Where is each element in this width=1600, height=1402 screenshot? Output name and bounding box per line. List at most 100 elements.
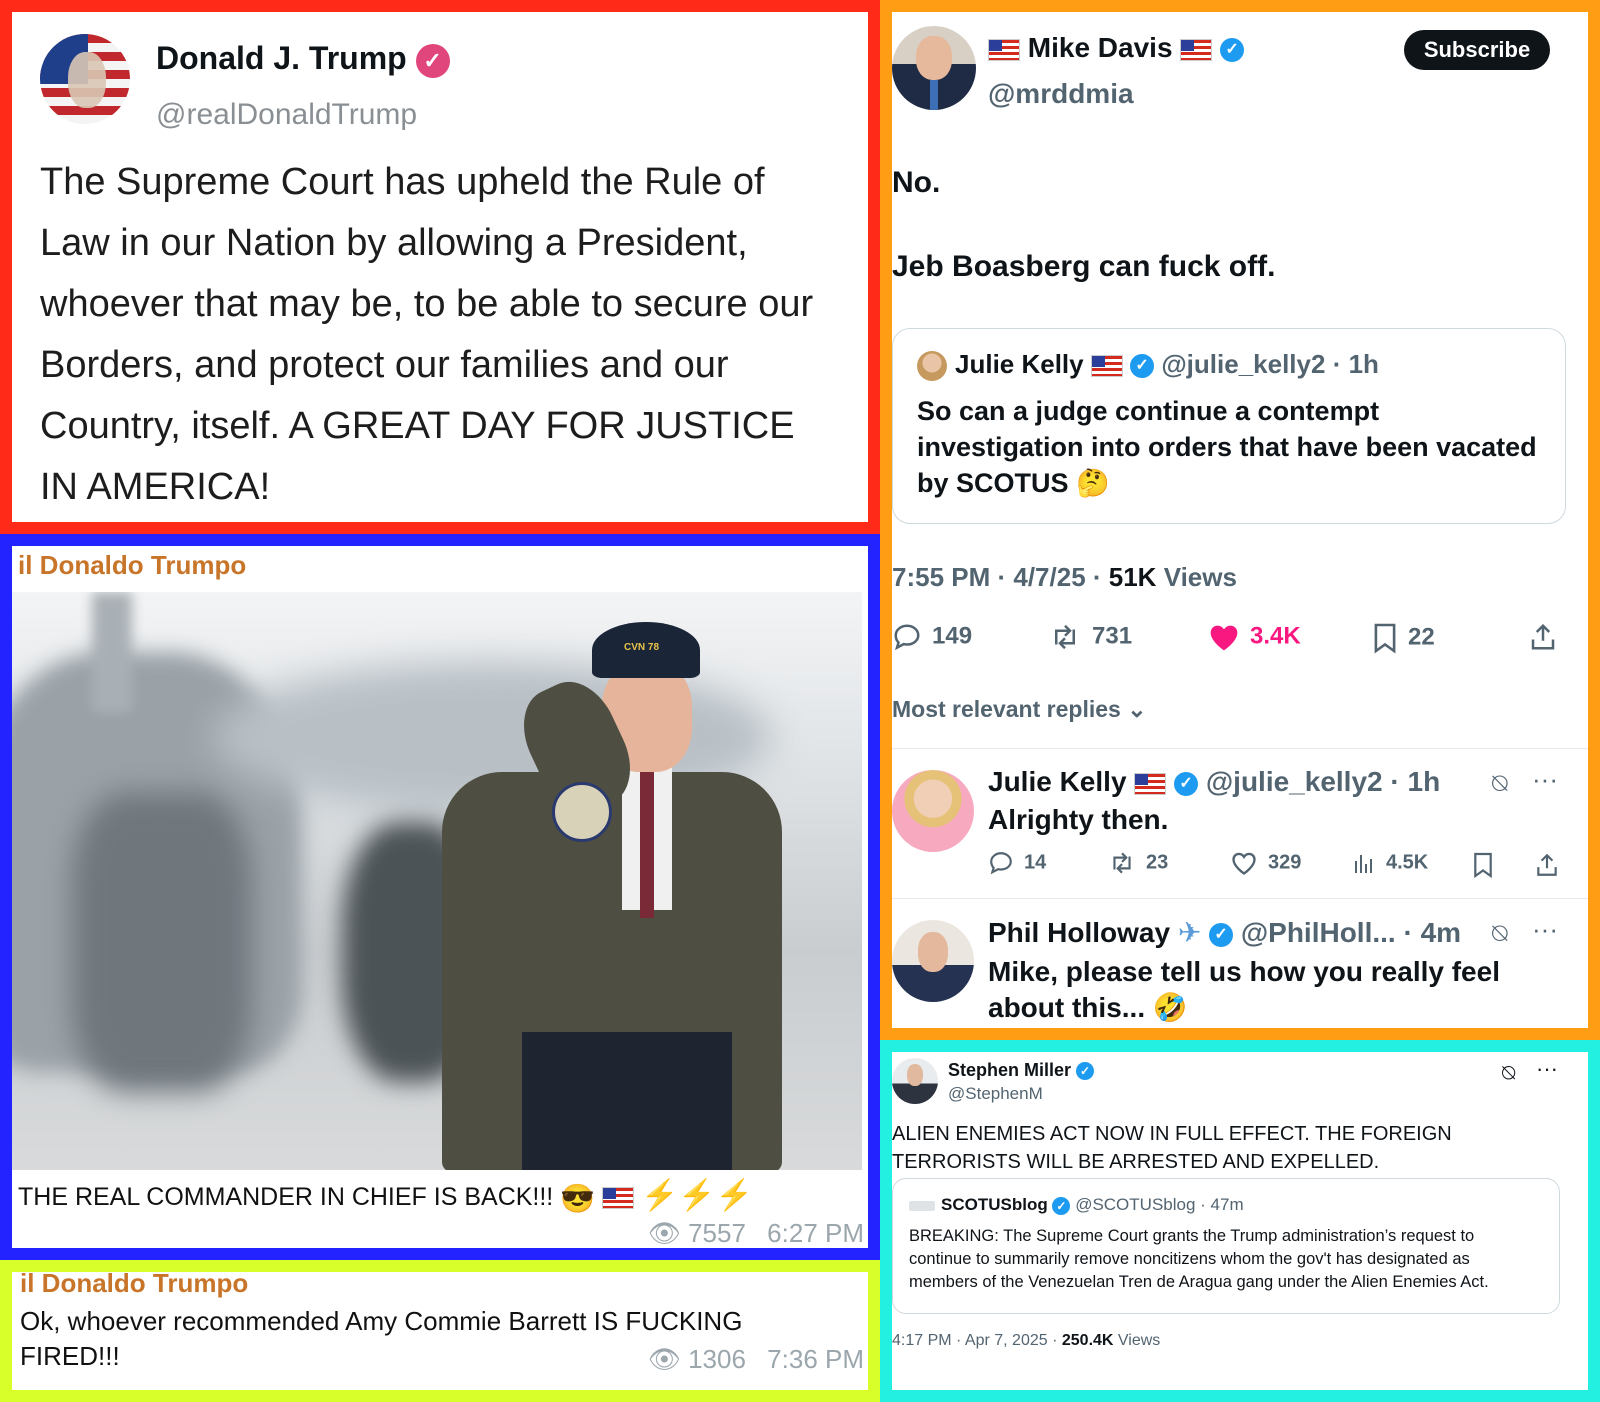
reply-age: · 1h: [1390, 766, 1441, 797]
views-count: 250.4K: [1061, 1332, 1114, 1349]
reply-author-handle: @julie_kelly2: [1205, 766, 1383, 797]
subscribe-button[interactable]: Subscribe: [1404, 30, 1550, 70]
us-flag-icon: [988, 38, 1020, 61]
reply-author-name: Phil Holloway: [988, 917, 1171, 948]
verified-icon: ✓: [1052, 1196, 1071, 1215]
quote-author-handle: @SCOTUSblog: [1075, 1195, 1196, 1214]
grok-icon[interactable]: ⍉: [1502, 1060, 1515, 1086]
verified-icon: ✓: [415, 43, 450, 78]
us-flag-icon: [1090, 355, 1123, 378]
repost-button[interactable]: 731: [1048, 622, 1132, 652]
more-options-icon[interactable]: ···: [1532, 914, 1558, 945]
author-handle[interactable]: @mrddmia: [988, 78, 1134, 110]
reply-author-name: Julie Kelly: [988, 766, 1127, 797]
trump-avatar[interactable]: [40, 34, 130, 124]
repost-button[interactable]: 23: [1108, 850, 1168, 876]
views-label: Views: [1113, 1332, 1161, 1349]
telegram-message-text: il Donaldo Trumpo Ok, whoever recommende…: [0, 1260, 880, 1402]
x-post-stephen-miller: Stephen Miller ✓ @StephenM ⍉ ··· ALIEN E…: [880, 1040, 1600, 1402]
author-name[interactable]: Stephen Miller: [948, 1060, 1071, 1080]
quote-age: · 47m: [1200, 1195, 1244, 1214]
verified-icon: ✓: [1174, 771, 1199, 796]
channel-name[interactable]: il Donaldo Trumpo: [20, 1272, 248, 1299]
views-button[interactable]: 4.5K: [1352, 850, 1428, 876]
quote-author-name: SCOTUSblog: [941, 1195, 1048, 1214]
bookmark-button[interactable]: [1472, 850, 1504, 879]
us-flag-icon: [1134, 772, 1167, 795]
channel-name[interactable]: il Donaldo Trumpo: [18, 550, 246, 581]
repost-icon: [1113, 852, 1131, 874]
share-icon: [1531, 623, 1555, 650]
message-photo[interactable]: CVN 78: [12, 592, 862, 1170]
message-time: 6:27 PM: [767, 1218, 864, 1248]
quote-text: BREAKING: The Supreme Court grants the T…: [909, 1227, 1489, 1291]
share-icon: [1537, 853, 1557, 876]
views-count: 4.5K: [1386, 851, 1429, 874]
verified-icon: ✓: [1076, 1062, 1095, 1081]
thinking-emoji-icon: 🤔: [1076, 468, 1110, 498]
author-name[interactable]: Mike Davis: [1028, 32, 1173, 63]
post-text: The Supreme Court has upheld the Rule of…: [40, 161, 814, 508]
bookmark-icon: [1474, 852, 1492, 878]
repost-count: 731: [1092, 622, 1133, 650]
reply-text: Alrighty then.: [988, 804, 1169, 835]
grok-icon[interactable]: ⍉: [1492, 918, 1508, 950]
grok-icon[interactable]: ⍉: [1492, 768, 1508, 800]
julie-kelly-avatar[interactable]: [892, 770, 974, 852]
views-count: 51K: [1108, 562, 1157, 592]
laughing-emoji-icon: 🤣: [1152, 992, 1188, 1023]
views-icon: 👁: [647, 1344, 681, 1374]
divider: [892, 748, 1588, 749]
verified-icon: ✓: [1209, 922, 1234, 947]
verified-icon: ✓: [1220, 37, 1245, 62]
reply-age: · 4m: [1403, 917, 1462, 948]
sort-replies-dropdown[interactable]: Most relevant replies ⌄: [892, 696, 1146, 723]
post-timestamp[interactable]: 7:55 PM · 4/7/25 ·: [892, 562, 1109, 592]
reply-count: 149: [932, 622, 973, 650]
author-handle[interactable]: @realDonaldTrump: [156, 98, 417, 132]
heart-filled-icon: [1210, 625, 1238, 651]
chevron-down-icon: ⌄: [1127, 696, 1147, 722]
share-button[interactable]: [1528, 622, 1568, 652]
message-caption: THE REAL COMMANDER IN CHIEF IS BACK!!!: [18, 1183, 554, 1211]
repost-icon: [1055, 624, 1075, 650]
scotusblog-logo: [909, 1201, 935, 1211]
reply-button[interactable]: 149: [892, 622, 972, 652]
telegram-message-photo: il Donaldo Trumpo CVN 78 THE REAL COMMAN…: [0, 534, 880, 1260]
share-button[interactable]: [1534, 850, 1570, 878]
author-handle[interactable]: @StephenM: [948, 1084, 1043, 1104]
quote-author-handle: @julie_kelly2: [1161, 349, 1326, 379]
like-button[interactable]: 3.4K: [1208, 622, 1301, 652]
like-button[interactable]: 329: [1230, 850, 1301, 876]
post-text: ALIEN ENEMIES ACT NOW IN FULL EFFECT. TH…: [892, 1123, 1452, 1173]
reply-phil-holloway[interactable]: Phil Holloway ✈ ✓ @PhilHoll... · 4m ⍉ ··…: [892, 908, 1588, 1028]
us-flag-icon: [1180, 38, 1213, 61]
x-post-mike-davis: Mike Davis ✓ @mrddmia Subscribe No. Jeb …: [880, 0, 1600, 1040]
truth-social-post: Donald J. Trump ✓ @realDonaldTrump The S…: [0, 0, 880, 534]
author-name[interactable]: Donald J. Trump: [156, 40, 407, 76]
quote-author-name: Julie Kelly: [955, 349, 1084, 379]
more-options-icon[interactable]: ···: [1536, 1056, 1558, 1082]
heart-icon: [1232, 852, 1256, 875]
post-timestamp[interactable]: 4:17 PM · Apr 7, 2025 ·: [892, 1332, 1062, 1349]
reply-julie-kelly[interactable]: Julie Kelly ✓ @julie_kelly2 · 1h ⍉ ··· A…: [892, 760, 1588, 890]
views-count: 7557: [688, 1218, 746, 1248]
more-options-icon[interactable]: ···: [1532, 764, 1558, 795]
post-line-1: No.: [892, 166, 941, 199]
post-line-2: Jeb Boasberg can fuck off.: [892, 250, 1276, 283]
quoted-post[interactable]: Julie Kelly ✓ @julie_kelly2 · 1h So can …: [892, 328, 1566, 524]
bookmark-button[interactable]: 22: [1372, 622, 1435, 654]
airplane-icon: ✈: [1177, 917, 1202, 948]
reply-text: Mike, please tell us how you really feel…: [988, 956, 1500, 1023]
views-icon: 👁: [647, 1218, 681, 1248]
quoted-post[interactable]: SCOTUSblog ✓ @SCOTUSblog · 47m BREAKING:…: [892, 1178, 1560, 1314]
sunglasses-emoji-icon: 😎: [560, 1182, 596, 1214]
mike-davis-avatar[interactable]: [892, 26, 976, 110]
like-count: 3.4K: [1250, 622, 1301, 650]
views-label: Views: [1156, 562, 1237, 592]
stephen-miller-avatar[interactable]: [892, 1058, 938, 1104]
reply-button[interactable]: 14: [988, 850, 1046, 876]
reply-author-handle: @PhilHoll...: [1240, 917, 1396, 948]
phil-holloway-avatar[interactable]: [892, 920, 974, 1002]
julie-kelly-avatar: [917, 351, 947, 381]
